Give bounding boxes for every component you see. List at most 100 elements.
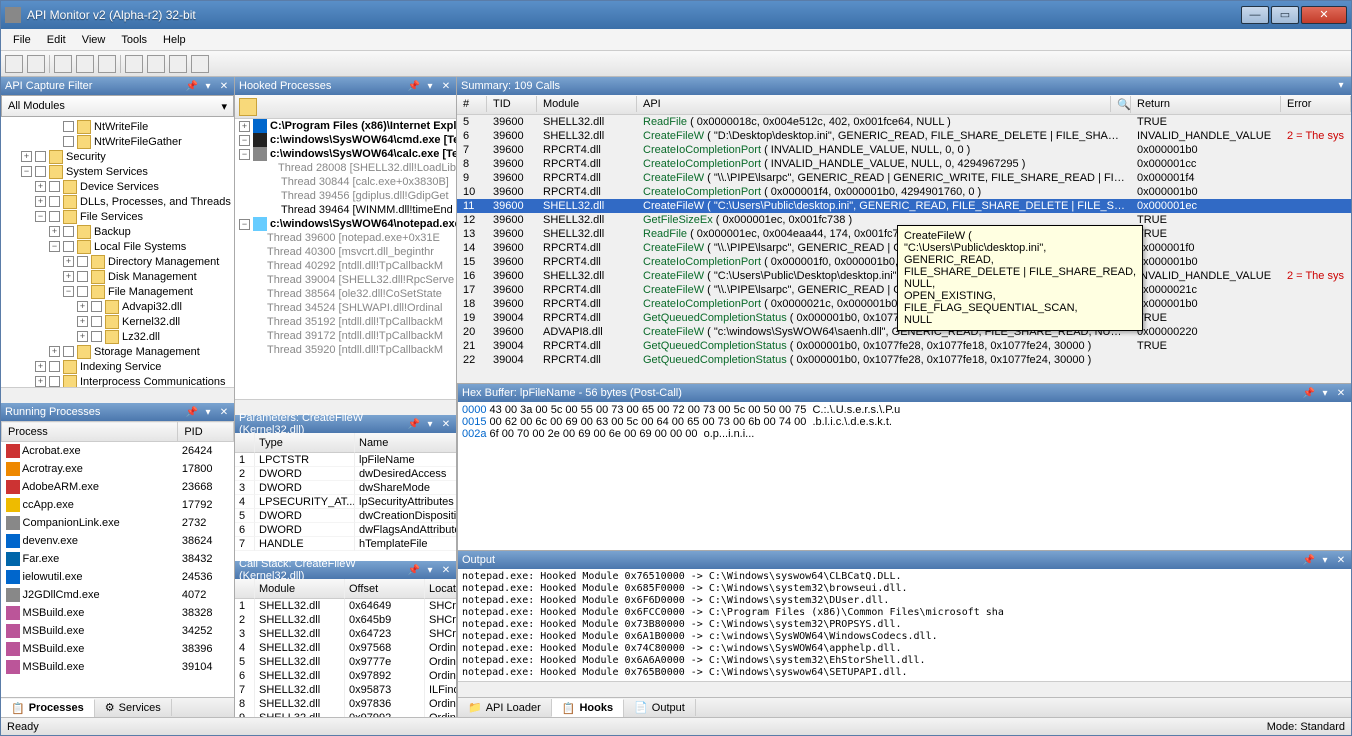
tree-item[interactable]: +Backup: [3, 224, 232, 239]
process-row[interactable]: MSBuild.exe38328: [2, 604, 234, 622]
hooked-item[interactable]: +C:\Program Files (x86)\Internet Explore: [235, 119, 456, 133]
hooked-item[interactable]: −c:\windows\SysWOW64\notepad.exe: [235, 217, 456, 231]
hooked-item[interactable]: Thread 38564 [ole32.dll!CoSetState: [235, 287, 456, 301]
tab-output[interactable]: 📄 Output: [624, 699, 696, 716]
checkbox[interactable]: [63, 346, 74, 357]
tb-btn-2[interactable]: [27, 55, 45, 73]
callstack-grid[interactable]: ModuleOffsetLocation1SHELL32.dll0x64649S…: [235, 579, 456, 717]
close-pane-icon[interactable]: ✕: [440, 80, 452, 92]
process-row[interactable]: CompanionLink.exe2732: [2, 514, 234, 532]
summary-row[interactable]: 639600SHELL32.dllCreateFileW ( "D:\Deskt…: [457, 129, 1351, 143]
chevron-down-icon[interactable]: ▾: [424, 564, 436, 576]
tree-toggle-icon[interactable]: −: [239, 149, 250, 160]
tree-item[interactable]: +Interprocess Communications: [3, 374, 232, 387]
pin-icon[interactable]: 📌: [186, 80, 198, 92]
tree-toggle-icon[interactable]: +: [35, 196, 46, 207]
tree-item[interactable]: +Device Services: [3, 179, 232, 194]
hooked-item[interactable]: Thread 34524 [SHLWAPI.dll!Ordinal: [235, 301, 456, 315]
process-row[interactable]: Acrobat.exe26424: [2, 442, 234, 460]
col-error[interactable]: Error: [1281, 96, 1351, 112]
chevron-down-icon[interactable]: ▾: [202, 406, 214, 418]
checkbox[interactable]: [35, 166, 46, 177]
tb-btn-4[interactable]: [76, 55, 94, 73]
tree-item[interactable]: NtWriteFile: [3, 119, 232, 134]
col-header[interactable]: [235, 433, 255, 453]
pin-icon[interactable]: 📌: [408, 564, 420, 576]
tree-toggle-icon[interactable]: +: [49, 346, 60, 357]
tree-item[interactable]: +Directory Management: [3, 254, 232, 269]
tb-btn-1[interactable]: [5, 55, 23, 73]
modules-dropdown[interactable]: All Modules ▾: [1, 95, 234, 117]
folder-icon[interactable]: [239, 98, 257, 116]
summary-row[interactable]: 2239004RPCRT4.dllGetQueuedCompletionStat…: [457, 353, 1351, 367]
col-num[interactable]: #: [457, 96, 487, 112]
col-return[interactable]: Return: [1131, 96, 1281, 112]
menu-edit[interactable]: Edit: [39, 31, 74, 49]
tree-toggle-icon[interactable]: −: [35, 211, 46, 222]
checkbox[interactable]: [91, 316, 102, 327]
hooked-item[interactable]: Thread 39004 [SHELL32.dll!RpcServe: [235, 273, 456, 287]
tb-btn-3[interactable]: [54, 55, 72, 73]
minimize-button[interactable]: —: [1241, 6, 1269, 24]
hooked-item[interactable]: Thread 40300 [msvcrt.dll_beginthr: [235, 245, 456, 259]
tree-item[interactable]: −File Management: [3, 284, 232, 299]
hooked-item[interactable]: Thread 39456 [gdiplus.dll!GdipGet: [235, 189, 456, 203]
hex-viewer[interactable]: 0000 43 00 3a 00 5c 00 55 00 73 00 65 00…: [458, 402, 1351, 550]
chevron-down-icon[interactable]: ▾: [202, 80, 214, 92]
tree-item[interactable]: +Disk Management: [3, 269, 232, 284]
tree-toggle-icon[interactable]: +: [77, 301, 88, 312]
summary-row[interactable]: 739600RPCRT4.dllCreateIoCompletionPort (…: [457, 143, 1351, 157]
chevron-down-icon[interactable]: ▾: [1319, 554, 1331, 566]
checkbox[interactable]: [35, 151, 46, 162]
col-module[interactable]: Module: [537, 96, 637, 112]
process-row[interactable]: devenv.exe38624: [2, 532, 234, 550]
checkbox[interactable]: [49, 211, 60, 222]
col-tid[interactable]: TID: [487, 96, 537, 112]
col-header[interactable]: Type: [255, 433, 355, 453]
checkbox[interactable]: [49, 376, 60, 387]
tree-toggle-icon[interactable]: +: [63, 271, 74, 282]
filter-tree[interactable]: NtWriteFileNtWriteFileGather+Security−Sy…: [1, 117, 234, 387]
tree-toggle-icon[interactable]: +: [63, 256, 74, 267]
menu-file[interactable]: File: [5, 31, 39, 49]
hooked-item[interactable]: Thread 35192 [ntdll.dll!TpCallbackM: [235, 315, 456, 329]
tb-btn-9[interactable]: [191, 55, 209, 73]
tree-toggle-icon[interactable]: −: [21, 166, 32, 177]
checkbox[interactable]: [91, 331, 102, 342]
col-api[interactable]: API: [637, 96, 1111, 112]
processes-table[interactable]: ProcessPID Acrobat.exe26424 Acrotray.exe…: [1, 421, 234, 676]
tree-toggle-icon[interactable]: +: [239, 121, 250, 132]
hooked-item[interactable]: −c:\windows\SysWOW64\calc.exe [Term: [235, 147, 456, 161]
tree-item[interactable]: −File Services: [3, 209, 232, 224]
tree-toggle-icon[interactable]: +: [77, 331, 88, 342]
summary-row[interactable]: 539600SHELL32.dllReadFile ( 0x0000018c, …: [457, 115, 1351, 129]
tree-toggle-icon[interactable]: +: [21, 151, 32, 162]
close-pane-icon[interactable]: ✕: [218, 406, 230, 418]
tree-item[interactable]: +Kernel32.dll: [3, 314, 232, 329]
col-header[interactable]: Name: [355, 433, 456, 453]
hooked-item[interactable]: Thread 35920 [ntdll.dll!TpCallbackM: [235, 343, 456, 357]
tree-toggle-icon[interactable]: −: [49, 241, 60, 252]
tree-toggle-icon[interactable]: +: [49, 226, 60, 237]
checkbox[interactable]: [77, 286, 88, 297]
tree-toggle-icon[interactable]: +: [35, 361, 46, 372]
chevron-down-icon[interactable]: ▾: [424, 418, 436, 430]
process-row[interactable]: MSBuild.exe38396: [2, 640, 234, 658]
tab-services[interactable]: ⚙ Services: [95, 699, 172, 716]
params-grid[interactable]: TypeNamePre-Call ValuePost-Call Value 1L…: [235, 433, 456, 561]
col-header[interactable]: Offset: [345, 579, 425, 599]
hooked-item[interactable]: Thread 39172 [ntdll.dll!TpCallbackM: [235, 329, 456, 343]
tab-processes[interactable]: 📋 Processes: [1, 699, 95, 717]
summary-row[interactable]: 1039600RPCRT4.dllCreateIoCompletionPort …: [457, 185, 1351, 199]
chevron-down-icon[interactable]: ▾: [1319, 387, 1331, 399]
col-header[interactable]: Process: [2, 422, 178, 442]
tb-btn-8[interactable]: [169, 55, 187, 73]
summary-row[interactable]: 2139004RPCRT4.dllGetQueuedCompletionStat…: [457, 339, 1351, 353]
summary-row[interactable]: 1139600SHELL32.dllCreateFileW ( "C:\User…: [457, 199, 1351, 213]
tab-hooks[interactable]: 📋 Hooks: [552, 699, 624, 717]
hooked-item[interactable]: Thread 28008 [SHELL32.dll!LoadLib: [235, 161, 456, 175]
search-icon[interactable]: 🔍: [1111, 96, 1131, 113]
tree-toggle-icon[interactable]: +: [77, 316, 88, 327]
process-row[interactable]: ielowutil.exe24536: [2, 568, 234, 586]
tab-api-loader[interactable]: 📁 API Loader: [458, 699, 552, 716]
